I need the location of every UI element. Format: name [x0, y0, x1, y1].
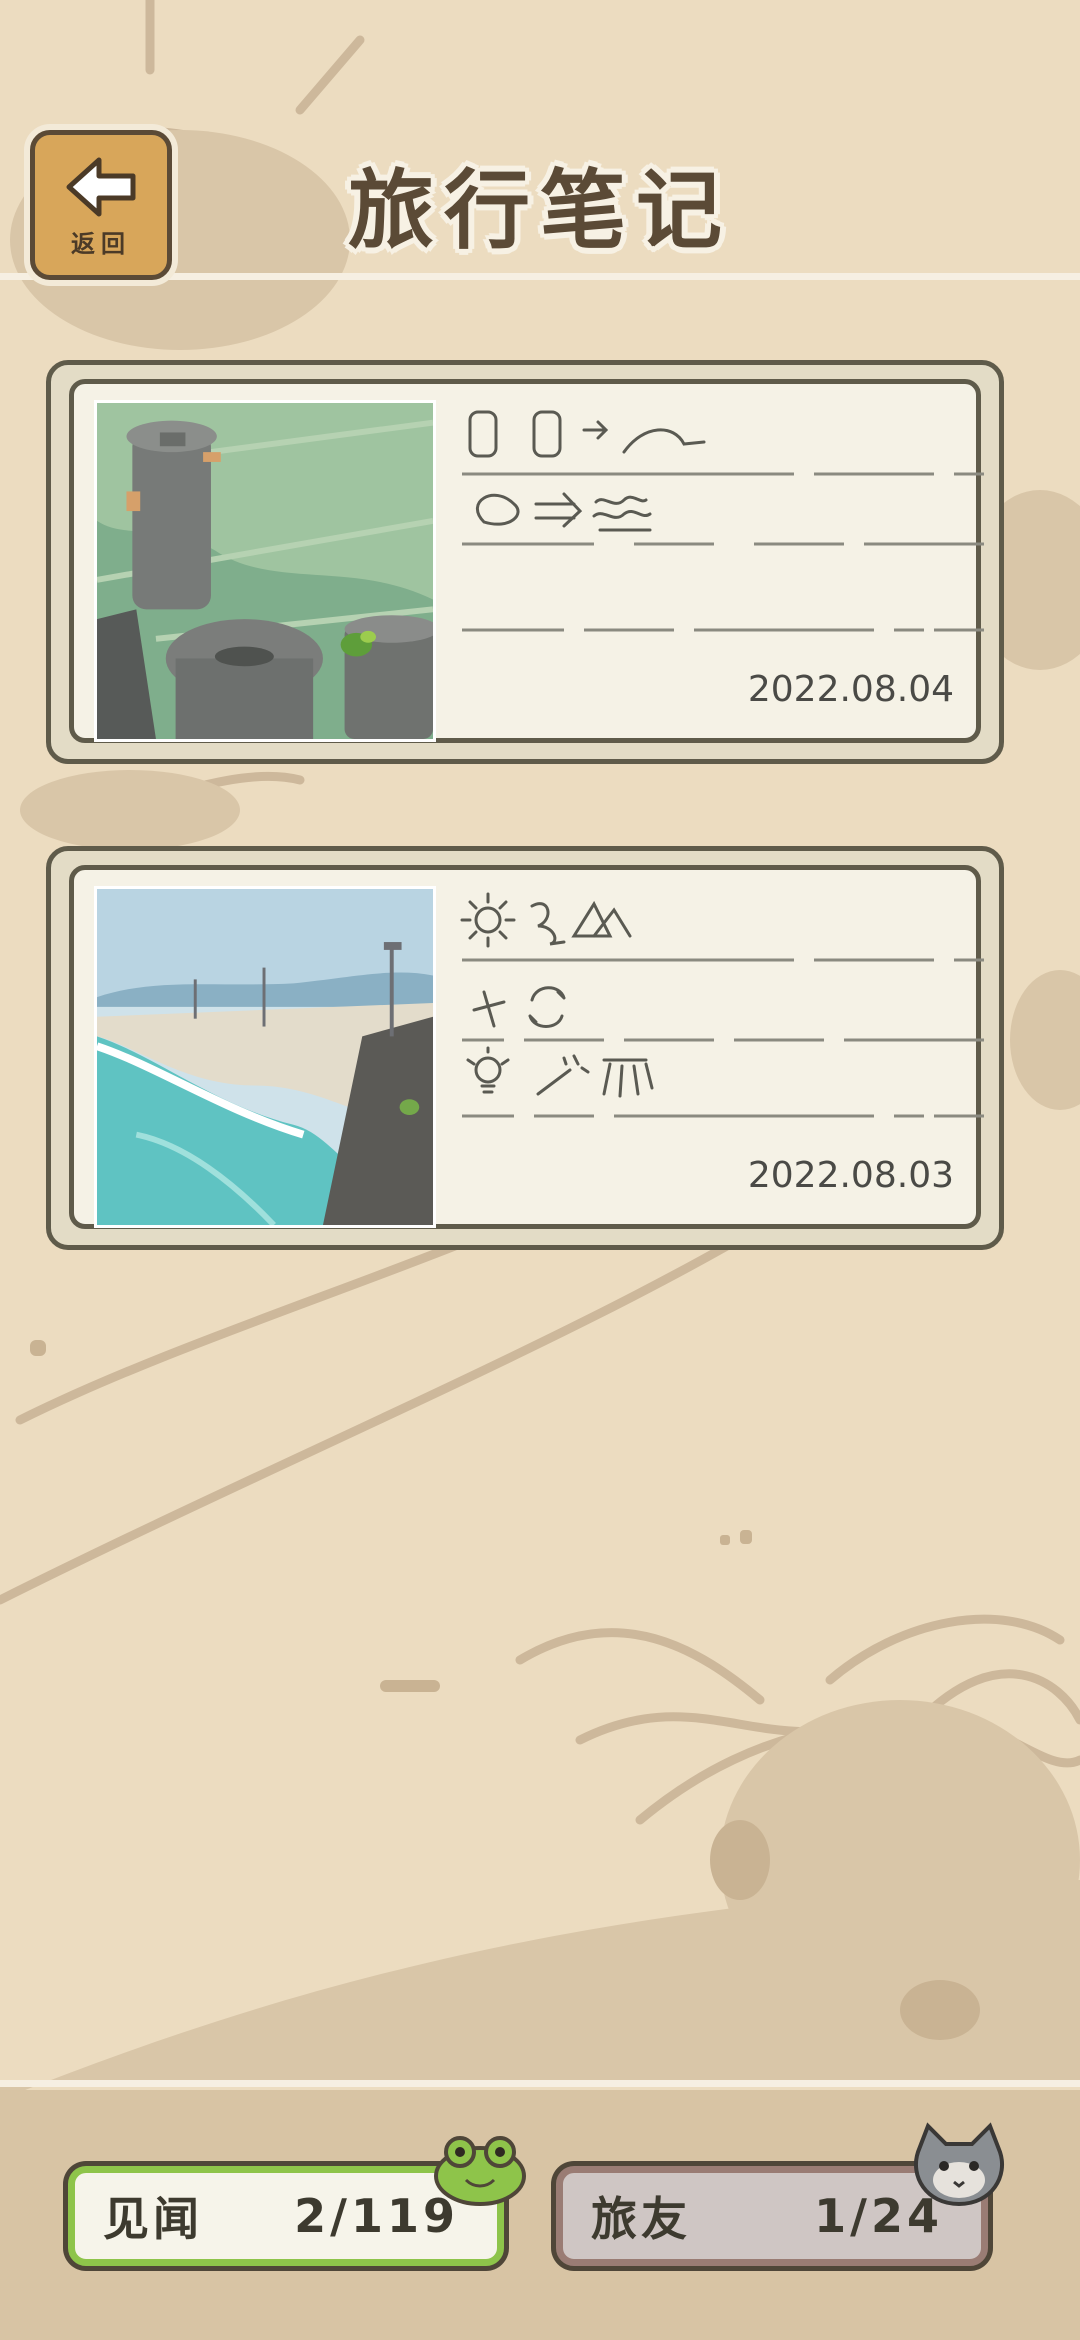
frog-badge-icon [434, 2136, 526, 2206]
left-arrow-icon [66, 157, 136, 216]
note-photo[interactable] [94, 400, 436, 742]
travel-note-card[interactable]: 2022.08.04 [46, 360, 1004, 764]
footer-divider [0, 2080, 1080, 2087]
note-card-inner: 2022.08.04 [69, 379, 984, 743]
seaside-photo [97, 889, 433, 1225]
note-card-inner: 2022.08.03 [69, 865, 984, 1229]
sights-label: 见闻 [103, 2192, 203, 2246]
note-date: 2022.08.03 [747, 1155, 954, 1196]
cat-badge-icon [914, 2122, 1004, 2207]
back-button[interactable]: 返回 [30, 130, 172, 280]
note-date: 2022.08.04 [747, 669, 954, 710]
back-label: 返回 [71, 229, 131, 258]
note-symbols [454, 394, 984, 654]
stone-lanterns-photo [97, 403, 433, 739]
travel-note-card[interactable]: 2022.08.03 [46, 846, 1004, 1250]
note-symbols [454, 880, 984, 1140]
page-title: 旅行笔记 [348, 161, 732, 261]
note-photo[interactable] [94, 886, 436, 1228]
friends-label: 旅友 [591, 2192, 691, 2246]
